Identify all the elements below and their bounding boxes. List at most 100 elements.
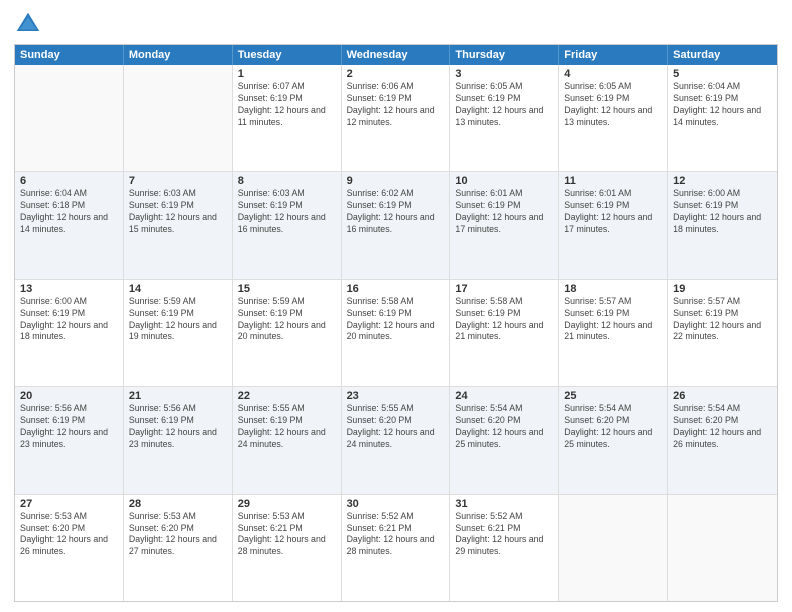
calendar-row-4: 27Sunrise: 5:53 AM Sunset: 6:20 PM Dayli… [15, 494, 777, 601]
page: SundayMondayTuesdayWednesdayThursdayFrid… [0, 0, 792, 612]
day-number: 22 [238, 390, 336, 402]
day-number: 27 [20, 498, 118, 510]
calendar-row-3: 20Sunrise: 5:56 AM Sunset: 6:19 PM Dayli… [15, 386, 777, 493]
day-number: 14 [129, 283, 227, 295]
day-number: 4 [564, 68, 662, 80]
calendar-cell: 1Sunrise: 6:07 AM Sunset: 6:19 PM Daylig… [233, 65, 342, 171]
day-number: 9 [347, 175, 445, 187]
weekday-header-wednesday: Wednesday [342, 45, 451, 65]
day-info: Sunrise: 5:57 AM Sunset: 6:19 PM Dayligh… [673, 296, 772, 344]
calendar-cell: 21Sunrise: 5:56 AM Sunset: 6:19 PM Dayli… [124, 387, 233, 493]
day-info: Sunrise: 5:56 AM Sunset: 6:19 PM Dayligh… [20, 403, 118, 451]
calendar-cell: 15Sunrise: 5:59 AM Sunset: 6:19 PM Dayli… [233, 280, 342, 386]
calendar-cell: 20Sunrise: 5:56 AM Sunset: 6:19 PM Dayli… [15, 387, 124, 493]
weekday-header-tuesday: Tuesday [233, 45, 342, 65]
weekday-header-friday: Friday [559, 45, 668, 65]
calendar: SundayMondayTuesdayWednesdayThursdayFrid… [14, 44, 778, 602]
calendar-cell: 11Sunrise: 6:01 AM Sunset: 6:19 PM Dayli… [559, 172, 668, 278]
day-number: 23 [347, 390, 445, 402]
day-number: 11 [564, 175, 662, 187]
day-info: Sunrise: 5:53 AM Sunset: 6:20 PM Dayligh… [20, 511, 118, 559]
calendar-body: 1Sunrise: 6:07 AM Sunset: 6:19 PM Daylig… [15, 65, 777, 601]
day-info: Sunrise: 6:04 AM Sunset: 6:19 PM Dayligh… [673, 81, 772, 129]
day-info: Sunrise: 6:00 AM Sunset: 6:19 PM Dayligh… [673, 188, 772, 236]
day-number: 24 [455, 390, 553, 402]
calendar-cell: 27Sunrise: 5:53 AM Sunset: 6:20 PM Dayli… [15, 495, 124, 601]
day-number: 21 [129, 390, 227, 402]
calendar-cell: 29Sunrise: 5:53 AM Sunset: 6:21 PM Dayli… [233, 495, 342, 601]
calendar-cell: 12Sunrise: 6:00 AM Sunset: 6:19 PM Dayli… [668, 172, 777, 278]
day-info: Sunrise: 6:01 AM Sunset: 6:19 PM Dayligh… [455, 188, 553, 236]
day-info: Sunrise: 6:03 AM Sunset: 6:19 PM Dayligh… [238, 188, 336, 236]
day-info: Sunrise: 6:03 AM Sunset: 6:19 PM Dayligh… [129, 188, 227, 236]
calendar-cell: 30Sunrise: 5:52 AM Sunset: 6:21 PM Dayli… [342, 495, 451, 601]
calendar-cell: 10Sunrise: 6:01 AM Sunset: 6:19 PM Dayli… [450, 172, 559, 278]
calendar-cell [124, 65, 233, 171]
day-number: 12 [673, 175, 772, 187]
day-info: Sunrise: 6:06 AM Sunset: 6:19 PM Dayligh… [347, 81, 445, 129]
day-number: 8 [238, 175, 336, 187]
day-number: 6 [20, 175, 118, 187]
day-info: Sunrise: 6:00 AM Sunset: 6:19 PM Dayligh… [20, 296, 118, 344]
calendar-row-0: 1Sunrise: 6:07 AM Sunset: 6:19 PM Daylig… [15, 65, 777, 171]
day-info: Sunrise: 5:58 AM Sunset: 6:19 PM Dayligh… [347, 296, 445, 344]
day-info: Sunrise: 5:52 AM Sunset: 6:21 PM Dayligh… [455, 511, 553, 559]
day-number: 10 [455, 175, 553, 187]
day-info: Sunrise: 5:54 AM Sunset: 6:20 PM Dayligh… [673, 403, 772, 451]
calendar-cell: 2Sunrise: 6:06 AM Sunset: 6:19 PM Daylig… [342, 65, 451, 171]
day-number: 7 [129, 175, 227, 187]
calendar-cell: 14Sunrise: 5:59 AM Sunset: 6:19 PM Dayli… [124, 280, 233, 386]
calendar-cell: 22Sunrise: 5:55 AM Sunset: 6:19 PM Dayli… [233, 387, 342, 493]
day-number: 29 [238, 498, 336, 510]
calendar-cell: 6Sunrise: 6:04 AM Sunset: 6:18 PM Daylig… [15, 172, 124, 278]
day-number: 25 [564, 390, 662, 402]
weekday-header-sunday: Sunday [15, 45, 124, 65]
day-info: Sunrise: 5:57 AM Sunset: 6:19 PM Dayligh… [564, 296, 662, 344]
day-info: Sunrise: 5:53 AM Sunset: 6:21 PM Dayligh… [238, 511, 336, 559]
day-number: 31 [455, 498, 553, 510]
calendar-row-1: 6Sunrise: 6:04 AM Sunset: 6:18 PM Daylig… [15, 171, 777, 278]
calendar-cell: 8Sunrise: 6:03 AM Sunset: 6:19 PM Daylig… [233, 172, 342, 278]
calendar-cell [559, 495, 668, 601]
day-info: Sunrise: 5:55 AM Sunset: 6:19 PM Dayligh… [238, 403, 336, 451]
weekday-header-saturday: Saturday [668, 45, 777, 65]
logo-icon [14, 10, 42, 38]
weekday-header-thursday: Thursday [450, 45, 559, 65]
calendar-cell: 4Sunrise: 6:05 AM Sunset: 6:19 PM Daylig… [559, 65, 668, 171]
day-info: Sunrise: 5:59 AM Sunset: 6:19 PM Dayligh… [129, 296, 227, 344]
calendar-cell: 13Sunrise: 6:00 AM Sunset: 6:19 PM Dayli… [15, 280, 124, 386]
day-info: Sunrise: 5:59 AM Sunset: 6:19 PM Dayligh… [238, 296, 336, 344]
day-info: Sunrise: 5:54 AM Sunset: 6:20 PM Dayligh… [455, 403, 553, 451]
calendar-cell: 28Sunrise: 5:53 AM Sunset: 6:20 PM Dayli… [124, 495, 233, 601]
calendar-cell: 25Sunrise: 5:54 AM Sunset: 6:20 PM Dayli… [559, 387, 668, 493]
calendar-cell: 19Sunrise: 5:57 AM Sunset: 6:19 PM Dayli… [668, 280, 777, 386]
day-number: 28 [129, 498, 227, 510]
day-number: 26 [673, 390, 772, 402]
calendar-cell: 16Sunrise: 5:58 AM Sunset: 6:19 PM Dayli… [342, 280, 451, 386]
calendar-cell: 26Sunrise: 5:54 AM Sunset: 6:20 PM Dayli… [668, 387, 777, 493]
day-number: 19 [673, 283, 772, 295]
day-number: 30 [347, 498, 445, 510]
day-info: Sunrise: 6:05 AM Sunset: 6:19 PM Dayligh… [455, 81, 553, 129]
day-info: Sunrise: 6:02 AM Sunset: 6:19 PM Dayligh… [347, 188, 445, 236]
calendar-cell: 3Sunrise: 6:05 AM Sunset: 6:19 PM Daylig… [450, 65, 559, 171]
day-info: Sunrise: 5:58 AM Sunset: 6:19 PM Dayligh… [455, 296, 553, 344]
day-info: Sunrise: 5:55 AM Sunset: 6:20 PM Dayligh… [347, 403, 445, 451]
calendar-cell: 18Sunrise: 5:57 AM Sunset: 6:19 PM Dayli… [559, 280, 668, 386]
calendar-cell [668, 495, 777, 601]
calendar-cell: 9Sunrise: 6:02 AM Sunset: 6:19 PM Daylig… [342, 172, 451, 278]
day-info: Sunrise: 5:54 AM Sunset: 6:20 PM Dayligh… [564, 403, 662, 451]
day-number: 3 [455, 68, 553, 80]
day-info: Sunrise: 6:07 AM Sunset: 6:19 PM Dayligh… [238, 81, 336, 129]
day-number: 1 [238, 68, 336, 80]
header [14, 10, 778, 38]
day-info: Sunrise: 6:01 AM Sunset: 6:19 PM Dayligh… [564, 188, 662, 236]
day-info: Sunrise: 5:53 AM Sunset: 6:20 PM Dayligh… [129, 511, 227, 559]
day-number: 5 [673, 68, 772, 80]
calendar-cell: 24Sunrise: 5:54 AM Sunset: 6:20 PM Dayli… [450, 387, 559, 493]
day-number: 16 [347, 283, 445, 295]
day-number: 15 [238, 283, 336, 295]
day-info: Sunrise: 6:04 AM Sunset: 6:18 PM Dayligh… [20, 188, 118, 236]
calendar-cell: 17Sunrise: 5:58 AM Sunset: 6:19 PM Dayli… [450, 280, 559, 386]
calendar-cell: 5Sunrise: 6:04 AM Sunset: 6:19 PM Daylig… [668, 65, 777, 171]
